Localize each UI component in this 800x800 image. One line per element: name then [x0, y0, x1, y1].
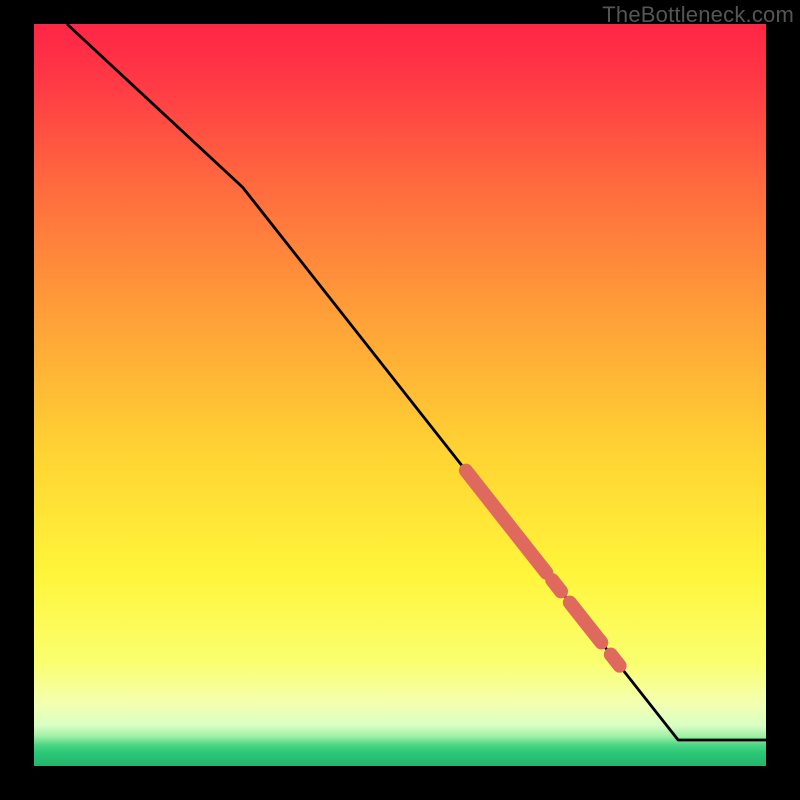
highlight-segment: [552, 580, 561, 591]
watermark-text: TheBottleneck.com: [602, 2, 794, 28]
plot-area: [34, 24, 766, 766]
highlight-segment: [611, 655, 620, 666]
chart-container: TheBottleneck.com: [0, 0, 800, 800]
chart-svg: [0, 0, 800, 800]
